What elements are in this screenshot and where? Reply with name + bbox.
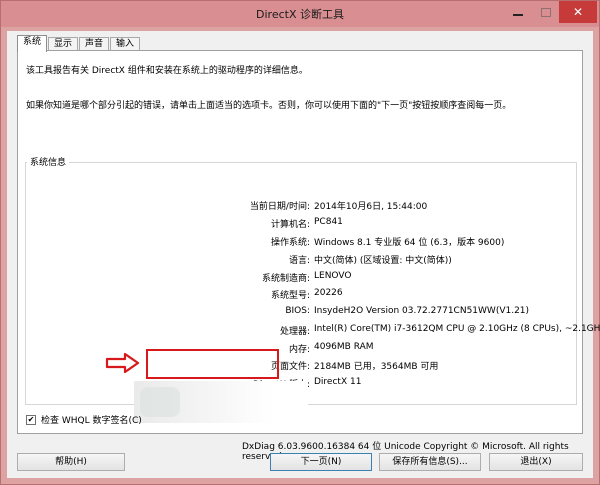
info-value: 20226: [314, 288, 343, 298]
info-row-manufacturer: 系统制造商: LENOVO: [78, 271, 558, 284]
minimize-button[interactable]: [504, 1, 532, 23]
blurred-region-detail: [140, 387, 180, 417]
dxdiag-window: DirectX 诊断工具 ✕ 系统 显示 声音 输入 该工具报告有关 Direc…: [0, 0, 600, 485]
info-value: 4096MB RAM: [314, 342, 374, 352]
info-key: 处理器:: [279, 327, 310, 337]
highlight-box: [146, 349, 279, 379]
info-value: 中文(简体) (区域设置: 中文(简体)): [314, 256, 452, 266]
info-key: BIOS:: [285, 306, 310, 316]
info-key: 系统型号:: [270, 291, 310, 301]
whql-label: 检查 WHQL 数字签名(C): [41, 416, 142, 426]
info-row-model: 系统型号: 20226: [78, 288, 558, 301]
exit-button[interactable]: 退出(X): [489, 453, 583, 471]
info-key: 当前日期/时间:: [249, 202, 310, 212]
tab-display[interactable]: 显示: [48, 37, 79, 51]
close-button[interactable]: ✕: [559, 1, 597, 23]
info-key: 语言:: [288, 256, 310, 266]
info-key: 计算机名:: [270, 220, 310, 230]
close-icon: ✕: [572, 5, 584, 19]
info-value: InsydeH2O Version 03.72.2771CN51WW(V1.21…: [314, 306, 530, 316]
minimize-icon: [513, 14, 523, 16]
info-row-processor: 处理器: Intel(R) Core(TM) i7-3612QM CPU @ 2…: [78, 324, 600, 337]
info-value: PC841: [314, 217, 343, 227]
tab-system[interactable]: 系统: [17, 35, 48, 52]
info-row-bios: BIOS: InsydeH2O Version 03.72.2771CN51WW…: [78, 306, 558, 318]
info-value: LENOVO: [314, 271, 352, 281]
maximize-icon: [541, 7, 551, 17]
info-key: 操作系统:: [270, 238, 310, 248]
title-bar[interactable]: DirectX 诊断工具 ✕: [1, 1, 599, 27]
system-tab-panel: 该工具报告有关 DirectX 组件和安装在系统上的驱动程序的详细信息。 如果你…: [17, 50, 600, 462]
next-page-button[interactable]: 下一页(N): [270, 453, 372, 471]
info-value: 2184MB 已用，3564MB 可用: [314, 362, 439, 372]
info-key: 内存:: [288, 345, 310, 355]
client-area: 系统 显示 声音 输入 该工具报告有关 DirectX 组件和安装在系统上的驱动…: [7, 31, 600, 478]
info-row-language: 语言: 中文(简体) (区域设置: 中文(简体)): [78, 253, 558, 266]
tab-sound[interactable]: 声音: [79, 37, 110, 51]
info-value: Windows 8.1 专业版 64 位 (6.3，版本 9600): [314, 238, 505, 248]
info-row-datetime: 当前日期/时间: 2014年10月6日, 15:44:00: [78, 199, 558, 212]
info-value: Intel(R) Core(TM) i7-3612QM CPU @ 2.10GH…: [314, 324, 600, 334]
intro-text-2: 如果你知道是哪个部分引起的错误，请单击上面适当的选项卡。否则，你可以使用下面的"…: [26, 101, 512, 111]
info-value: DirectX 11: [314, 377, 362, 387]
tab-input[interactable]: 输入: [110, 37, 141, 51]
whql-checkbox[interactable]: ✔: [26, 414, 36, 425]
red-arrow-icon: [105, 352, 140, 374]
info-value: 2014年10月6日, 15:44:00: [314, 202, 428, 212]
system-info-group-title: 系统信息: [27, 155, 70, 168]
info-row-os: 操作系统: Windows 8.1 专业版 64 位 (6.3，版本 9600): [78, 235, 558, 248]
help-button[interactable]: 帮助(H): [17, 453, 125, 471]
intro-text-1: 该工具报告有关 DirectX 组件和安装在系统上的驱动程序的详细信息。: [26, 66, 308, 76]
maximize-button[interactable]: [532, 1, 560, 23]
info-key: 系统制造商:: [261, 274, 310, 284]
whql-option[interactable]: ✔ 检查 WHQL 数字签名(C): [26, 413, 142, 426]
tab-strip: 系统 显示 声音 输入: [17, 35, 141, 52]
info-row-computer-name: 计算机名: PC841: [78, 217, 558, 230]
save-all-info-button[interactable]: 保存所有信息(S)...: [379, 453, 481, 471]
